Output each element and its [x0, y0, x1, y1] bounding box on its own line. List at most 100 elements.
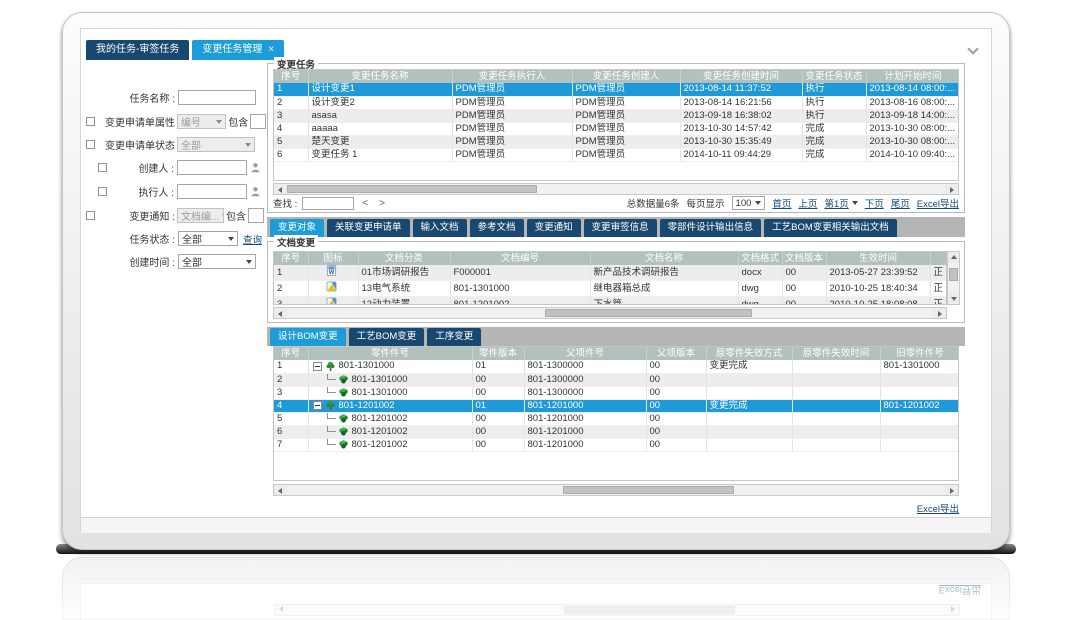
close-icon[interactable]: ×	[268, 44, 274, 56]
scroll-left-icon[interactable]	[274, 308, 287, 318]
tab[interactable]: 设计BOM变更	[270, 328, 346, 346]
scroll-thumb[interactable]	[287, 185, 537, 193]
bom-row[interactable]: 1 801-1301000	[274, 360, 959, 373]
table-row[interactable]: 2 W 13电气系统 801-1301000 继电器箱总成 dwg 00	[274, 281, 946, 297]
collapse-chevron-icon[interactable]	[967, 43, 978, 54]
change-task-hscrollbar[interactable]	[273, 183, 959, 195]
last-page-link[interactable]: 尾页	[891, 196, 910, 210]
tab[interactable]: 工序变更	[427, 328, 481, 346]
column-header[interactable]: 旧零件件号	[880, 347, 959, 360]
column-header[interactable]: 父项版本	[646, 347, 706, 360]
column-header[interactable]: 变更任务名称	[308, 70, 452, 83]
query-link[interactable]: 查询	[243, 232, 262, 246]
column-header[interactable]: 变更任务执行人	[452, 70, 572, 83]
scroll-left-icon[interactable]	[274, 485, 287, 495]
tab[interactable]: 关联变更申请单	[327, 219, 410, 237]
column-header[interactable]: 计划开始时间	[866, 70, 959, 83]
bom-hscrollbar[interactable]	[273, 484, 959, 496]
table-row[interactable]: 4 aaaaa PDM管理员 PDM管理员 2013-10-30 14:57:4…	[274, 122, 959, 135]
filter-panel: 任务名称 : 变更申请单属性 编号 包含 变更申请单状态 全部	[81, 57, 267, 287]
next-page-link[interactable]: 下页	[865, 196, 884, 210]
scroll-down-icon[interactable]	[948, 293, 959, 304]
request-status-checkbox[interactable]	[86, 140, 95, 149]
notice-contains-input[interactable]	[248, 208, 264, 223]
column-header[interactable]: 文档编号	[450, 252, 590, 265]
current-page-select[interactable]: 第1页	[824, 196, 857, 210]
request-attr-checkbox[interactable]	[86, 117, 95, 126]
executor-checkbox[interactable]	[98, 187, 107, 196]
bom-row[interactable]: 6 801-1201002	[274, 425, 959, 438]
prev-page-link[interactable]: 上页	[798, 196, 817, 210]
column-header[interactable]: 变更任务创建人	[572, 70, 680, 83]
table-row[interactable]: 6 变更任务 1 PDM管理员 PDM管理员 2014-10-11 09:44:…	[274, 148, 959, 161]
creator-input[interactable]	[177, 160, 247, 175]
table-row[interactable]: 3 W 12动力装置 801-1201002 下水管 dwg 00	[274, 297, 946, 306]
bom-row[interactable]: 2 801-1301000	[274, 373, 959, 386]
column-header[interactable]: 文档名称	[590, 252, 738, 265]
excel-export-link[interactable]: Excel导出	[917, 196, 959, 210]
excel-export-link[interactable]: Excel导出	[917, 504, 959, 515]
per-page-select[interactable]: 100	[732, 196, 766, 210]
bom-row[interactable]: 7 801-1201002	[274, 438, 959, 451]
column-header[interactable]	[930, 252, 946, 265]
doc-change-hscrollbar[interactable]	[273, 307, 947, 319]
tab[interactable]: 工艺BOM变更相关输出文档	[764, 219, 897, 237]
column-header[interactable]: 序号	[274, 252, 308, 265]
find-next-icon[interactable]: >	[376, 198, 388, 209]
tab[interactable]: 输入文档	[413, 219, 467, 237]
column-header[interactable]: 变更任务状态	[802, 70, 866, 83]
user-picker-icon[interactable]	[250, 186, 261, 197]
tab[interactable]: 工艺BOM变更	[349, 328, 425, 346]
column-header[interactable]: 文档格式	[738, 252, 782, 265]
scroll-thumb[interactable]	[949, 268, 958, 282]
collapse-minus-icon[interactable]	[313, 362, 322, 371]
column-header[interactable]: 变更任务创建时间	[680, 70, 802, 83]
column-header[interactable]: 原零件失效方式	[706, 347, 792, 360]
column-header[interactable]: 序号	[274, 347, 308, 360]
scroll-right-icon[interactable]	[945, 184, 958, 194]
notice-checkbox[interactable]	[86, 211, 95, 220]
column-header[interactable]: 文档分类	[358, 252, 450, 265]
table-row[interactable]: 3 asasa PDM管理员 PDM管理员 2013-09-18 16:38:0…	[274, 109, 959, 122]
table-row[interactable]: 1 W 01市场调研报告 F000001 新产品技术调研报告 docx 00	[274, 265, 946, 281]
column-header[interactable]: 零件件号	[308, 347, 472, 360]
tab[interactable]: 参考文档	[470, 219, 524, 237]
request-status-select[interactable]: 全部	[177, 137, 255, 152]
find-prev-icon[interactable]: <	[359, 198, 371, 209]
find-input[interactable]	[302, 197, 354, 210]
bom-row[interactable]: 3 801-1301000	[274, 386, 959, 399]
request-attr-contains-input[interactable]	[250, 114, 266, 129]
scroll-right-icon[interactable]	[933, 308, 946, 318]
table-row[interactable]: 2 设计变更2 PDM管理员 PDM管理员 2013-08-14 16:21:5…	[274, 96, 959, 109]
creator-checkbox[interactable]	[98, 163, 107, 172]
tab[interactable]: 变更审签信息	[584, 219, 657, 237]
column-header[interactable]: 文档版本	[782, 252, 826, 265]
task-name-input[interactable]	[178, 90, 256, 105]
tab[interactable]: 零部件设计输出信息	[660, 219, 762, 237]
request-attr-select[interactable]: 编号	[177, 114, 226, 129]
scroll-thumb[interactable]	[545, 309, 752, 317]
scroll-right-icon[interactable]	[945, 485, 958, 495]
doc-change-vscrollbar[interactable]	[947, 251, 960, 305]
first-page-link[interactable]: 首页	[772, 196, 791, 210]
scroll-thumb[interactable]	[563, 486, 734, 494]
column-header[interactable]: 序号	[274, 70, 308, 83]
task-status-select[interactable]: 全部	[178, 231, 238, 246]
column-header[interactable]: 图标	[308, 252, 358, 265]
tab[interactable]: 变更通知	[527, 219, 581, 237]
executor-input[interactable]	[177, 184, 247, 199]
user-picker-icon[interactable]	[250, 162, 261, 173]
column-header[interactable]: 生效时间	[826, 252, 930, 265]
scroll-left-icon[interactable]	[274, 184, 287, 194]
bom-row[interactable]: 5 801-1201002	[274, 412, 959, 425]
collapse-minus-icon[interactable]	[313, 401, 322, 410]
table-row[interactable]: 1 设计变更1 PDM管理员 PDM管理员 2013-08-14 11:37:5…	[274, 83, 959, 96]
create-time-select[interactable]: 全部	[178, 254, 256, 269]
column-header[interactable]: 原零件失效时间	[792, 347, 880, 360]
table-row[interactable]: 5 楚天变更 PDM管理员 PDM管理员 2013-10-30 15:35:49…	[274, 135, 959, 148]
column-header[interactable]: 零件版本	[472, 347, 524, 360]
column-header[interactable]: 父项件号	[524, 347, 646, 360]
scroll-up-icon[interactable]	[948, 252, 959, 263]
notice-select[interactable]: 文档编...	[177, 208, 224, 223]
bom-row[interactable]: 4 801-1201002	[274, 399, 959, 412]
